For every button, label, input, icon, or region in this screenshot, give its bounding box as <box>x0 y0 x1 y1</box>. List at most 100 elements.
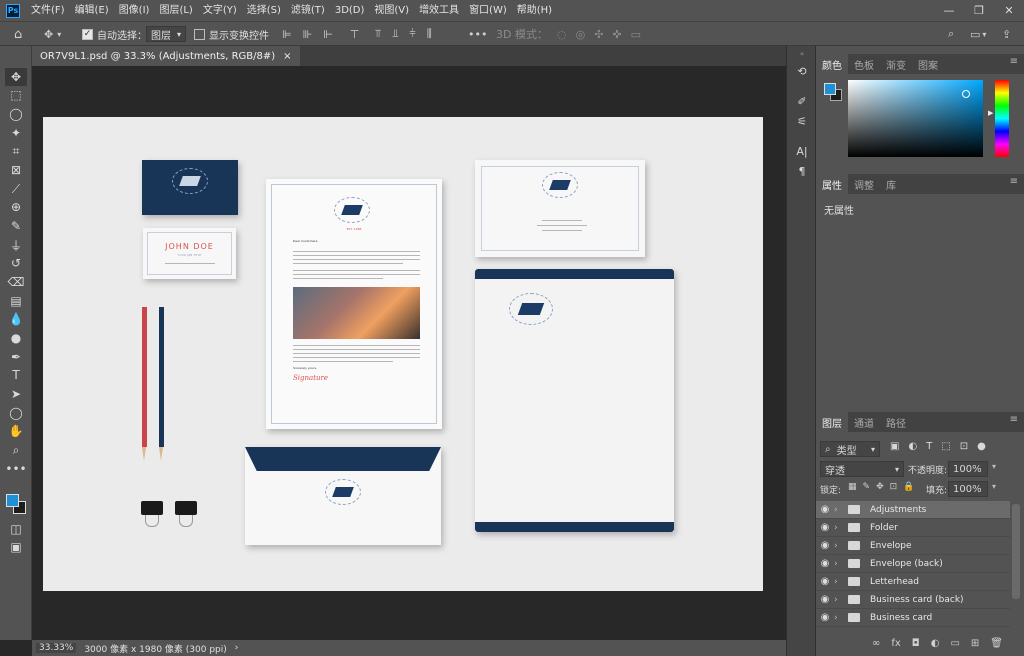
link-layers-icon[interactable]: ∞ <box>872 638 880 649</box>
blend-mode-dropdown[interactable]: 穿透 ▾ <box>820 461 904 477</box>
delete-layer-icon[interactable]: 🗑 <box>990 638 1003 649</box>
tab-gradients[interactable]: 渐变 <box>880 54 912 74</box>
visibility-eye-icon[interactable]: ◉ <box>816 540 834 551</box>
visibility-eye-icon[interactable]: ◉ <box>816 612 834 623</box>
visibility-eye-icon[interactable]: ◉ <box>816 522 834 533</box>
magic-wand-icon[interactable]: ✦ <box>5 124 27 142</box>
align-vbottom-icon[interactable]: ⫩ <box>409 27 415 41</box>
layer-row-business-card[interactable]: ◉ › Business card <box>816 609 1010 627</box>
brush-panel-icon[interactable]: ✐ <box>793 92 811 110</box>
expand-chevron-icon[interactable]: › <box>834 505 844 515</box>
lock-all-icon[interactable]: 🔒 <box>903 482 914 492</box>
menu-select[interactable]: 选择(S) <box>242 0 286 21</box>
menu-image[interactable]: 图像(I) <box>114 0 155 21</box>
layer-style-icon[interactable]: fx <box>891 638 900 649</box>
filter-adjustment-icon[interactable]: ◐ <box>908 441 917 452</box>
clone-stamp-icon[interactable]: ⏚ <box>5 236 27 254</box>
align-right-icon[interactable]: ⊩ <box>323 28 333 41</box>
camera-3d-icon[interactable]: ▭ <box>631 28 641 41</box>
workspace-icon[interactable]: ▭ ▾ <box>970 25 986 43</box>
healing-brush-icon[interactable]: ⊕ <box>5 198 27 216</box>
new-group-icon[interactable]: ▭ <box>950 638 959 649</box>
layer-mask-icon[interactable]: ◘ <box>912 638 920 649</box>
visibility-eye-icon[interactable]: ◉ <box>816 576 834 587</box>
layers-scrollbar[interactable] <box>1012 504 1020 599</box>
menu-edit[interactable]: 编辑(E) <box>70 0 114 21</box>
color-picker-handle[interactable] <box>962 90 970 98</box>
pen-tool-icon[interactable]: ✒ <box>5 348 27 366</box>
blur-tool-icon[interactable]: 💧 <box>5 310 27 328</box>
expand-chevron-icon[interactable]: › <box>834 523 844 533</box>
lasso-tool-icon[interactable]: ◯ <box>5 105 27 123</box>
menu-help[interactable]: 帮助(H) <box>512 0 557 21</box>
character-panel-icon[interactable]: A| <box>793 142 811 160</box>
status-arrow-icon[interactable]: › <box>235 643 239 653</box>
menu-layer[interactable]: 图层(L) <box>154 0 197 21</box>
hue-slider[interactable] <box>995 80 1009 157</box>
artboard-canvas[interactable]: JOHN DOE YOUR JOB TITLE EST. 1988 Dear C… <box>43 117 763 591</box>
align-vcenter-icon[interactable]: ⫫ <box>392 27 398 41</box>
zoom-tool-icon[interactable]: ⌕ <box>5 441 27 459</box>
layer-row-envelope-back[interactable]: ◉ › Envelope (back) <box>816 555 1010 573</box>
collapse-arrows-icon[interactable]: « <box>787 50 817 58</box>
tab-adjustments[interactable]: 调整 <box>848 174 880 194</box>
new-layer-icon[interactable]: ⊞ <box>971 638 979 649</box>
hue-slider-handle-icon[interactable]: ▶ <box>988 109 993 117</box>
lock-artboard-icon[interactable]: ⊡ <box>890 482 898 492</box>
chevron-down-icon[interactable]: ▾ <box>992 462 996 471</box>
fill-input[interactable]: 100% <box>948 481 988 497</box>
more-options-icon[interactable]: ••• <box>468 25 487 43</box>
type-tool-icon[interactable]: T <box>5 366 27 384</box>
align-left-icon[interactable]: ⊫ <box>282 28 292 41</box>
layer-row-adjustments[interactable]: ◉ › Adjustments <box>816 501 1010 519</box>
adjustments-panel-icon[interactable]: ⚟ <box>793 112 811 130</box>
home-icon[interactable]: ⌂ <box>14 25 22 43</box>
filter-toggle-icon[interactable]: ● <box>977 441 986 452</box>
hand-tool-icon[interactable]: ✋ <box>5 422 27 440</box>
dodge-tool-icon[interactable]: ● <box>5 329 27 347</box>
tab-color[interactable]: 颜色 <box>816 54 848 74</box>
opacity-input[interactable]: 100% <box>948 461 988 477</box>
menu-view[interactable]: 视图(V) <box>369 0 414 21</box>
share-icon[interactable]: ⇪ <box>1002 25 1011 43</box>
eyedropper-icon[interactable]: ⟋ <box>5 180 27 198</box>
roll-3d-icon[interactable]: ◎ <box>576 28 586 41</box>
close-window-button[interactable]: ✕ <box>994 0 1024 21</box>
menu-type[interactable]: 文字(Y) <box>198 0 242 21</box>
shape-tool-icon[interactable]: ◯ <box>5 404 27 422</box>
layer-row-folder[interactable]: ◉ › Folder <box>816 519 1010 537</box>
align-hcenter-icon[interactable]: ⊪ <box>303 28 313 41</box>
show-transform-checkbox[interactable]: 显示变换控件 <box>194 25 269 43</box>
expand-chevron-icon[interactable]: › <box>834 613 844 623</box>
menu-plugins[interactable]: 增效工具 <box>414 0 464 21</box>
lock-position-icon[interactable]: ✥ <box>876 482 884 492</box>
zoom-level[interactable]: 33.33% <box>36 643 77 653</box>
tab-patterns[interactable]: 图案 <box>912 54 944 74</box>
paragraph-panel-icon[interactable]: ¶ <box>793 162 811 180</box>
visibility-eye-icon[interactable]: ◉ <box>816 504 834 515</box>
filter-pixel-icon[interactable]: ▣ <box>890 441 899 452</box>
expand-chevron-icon[interactable]: › <box>834 595 844 605</box>
history-panel-icon[interactable]: ⟲ <box>793 62 811 80</box>
tab-properties[interactable]: 属性 <box>816 174 848 194</box>
menu-filter[interactable]: 滤镜(T) <box>286 0 330 21</box>
color-foreground-swatch[interactable] <box>824 83 836 95</box>
expand-chevron-icon[interactable]: › <box>834 559 844 569</box>
lock-pixels-icon[interactable]: ✎ <box>863 482 871 492</box>
history-brush-icon[interactable]: ↺ <box>5 254 27 272</box>
color-picker-field[interactable] <box>848 80 983 157</box>
lock-transparency-icon[interactable]: ▦ <box>848 482 857 492</box>
close-tab-icon[interactable]: × <box>283 51 291 62</box>
foreground-color-swatch[interactable] <box>6 494 19 507</box>
tab-layers[interactable]: 图层 <box>816 412 848 432</box>
menu-file[interactable]: 文件(F) <box>26 0 70 21</box>
quick-mask-icon[interactable]: ◫ <box>5 520 27 538</box>
layer-row-business-card-back[interactable]: ◉ › Business card (back) <box>816 591 1010 609</box>
slide-3d-icon[interactable]: ✜ <box>612 28 621 41</box>
orbit-3d-icon[interactable]: ◌ <box>557 28 567 41</box>
gradient-tool-icon[interactable]: ▤ <box>5 292 27 310</box>
edit-toolbar-icon[interactable]: ••• <box>5 460 27 478</box>
search-icon[interactable]: ⌕ <box>948 25 954 43</box>
drag-3d-icon[interactable]: ✣ <box>594 28 603 41</box>
minimize-button[interactable]: — <box>934 0 964 21</box>
